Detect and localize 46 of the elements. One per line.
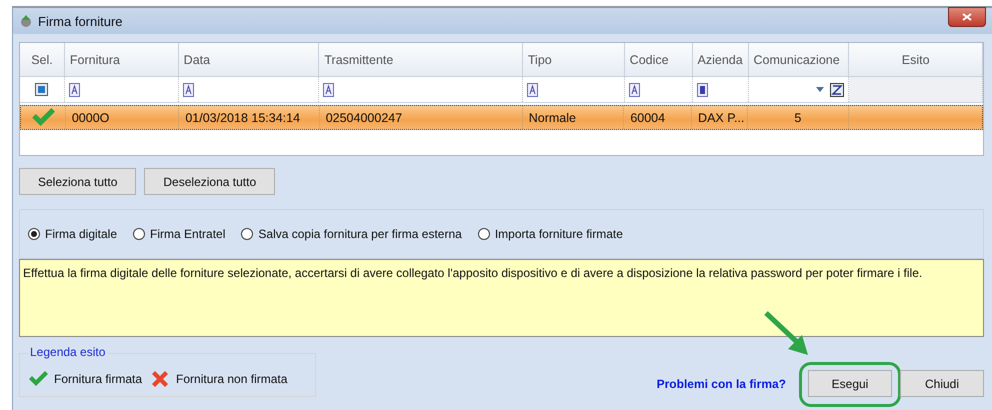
table-cell: DAX P... <box>692 106 748 129</box>
column-header[interactable]: Esito <box>849 43 984 76</box>
window-title: Firma forniture <box>38 14 123 28</box>
column-header[interactable]: Fornitura <box>64 43 179 76</box>
app-icon <box>19 14 33 28</box>
column-header[interactable]: Codice <box>624 43 693 76</box>
dropdown-icon[interactable] <box>816 87 824 92</box>
radio-option[interactable]: Firma digitale <box>28 227 118 241</box>
text-filter-icon[interactable] <box>68 82 80 96</box>
table-cell: 0000O <box>66 106 180 129</box>
radio-option[interactable]: Firma Entratel <box>133 227 226 241</box>
column-header[interactable]: Trasmittente <box>319 43 523 76</box>
dialog-button[interactable]: Chiudi <box>900 370 984 397</box>
table-cell: 5 <box>748 106 849 129</box>
table-cell: 60004 <box>624 106 692 129</box>
column-header[interactable]: Azienda <box>692 43 749 76</box>
list-filter-icon[interactable] <box>696 82 708 96</box>
legend-label: Fornitura firmata <box>54 372 142 386</box>
select-button[interactable]: Deseleziona tutto <box>144 168 276 195</box>
column-header[interactable]: Tipo <box>522 43 625 76</box>
column-header[interactable]: Sel. <box>20 43 65 76</box>
legend-title: Legenda esito <box>28 345 108 359</box>
table-cell: 01/03/2018 15:34:14 <box>179 106 320 129</box>
radio-option[interactable]: Salva copia fornitura per firma esterna <box>241 227 462 241</box>
cross-icon <box>150 369 170 389</box>
description-text: Effettua la firma digitale delle forniture selezionate, accertarsi di avere collegato l'apposito dispositivo e di avere a disposizione la relativa password per poter firmare i file. <box>19 259 984 337</box>
table-cell: Normale <box>522 106 624 129</box>
dialog-button[interactable]: Esegui <box>808 370 892 397</box>
close-button[interactable] <box>948 7 986 27</box>
checkbox-filter-icon[interactable] <box>35 83 48 96</box>
legend-label: Fornitura non firmata <box>176 372 288 386</box>
table-row[interactable]: 0000O 01/03/2018 15:34:14 02504000247 Normale 60004 DAX P... 5 <box>20 105 983 130</box>
help-link[interactable]: Problemi con la firma? <box>656 377 786 391</box>
select-button[interactable]: Seleziona tutto <box>19 168 136 195</box>
clear-filter-icon[interactable] <box>830 82 844 96</box>
radio-option[interactable]: Importa forniture firmate <box>478 227 623 241</box>
filter-cell[interactable] <box>849 77 984 102</box>
text-filter-icon[interactable] <box>628 82 640 96</box>
text-filter-icon[interactable] <box>323 82 334 96</box>
column-header[interactable]: Data <box>178 43 320 76</box>
column-header[interactable]: Comunicazione <box>748 43 850 76</box>
close-icon <box>962 13 972 21</box>
text-filter-icon[interactable] <box>526 82 538 96</box>
check-icon <box>28 371 48 387</box>
text-filter-icon[interactable] <box>182 82 194 96</box>
table-cell: 02504000247 <box>320 106 523 129</box>
